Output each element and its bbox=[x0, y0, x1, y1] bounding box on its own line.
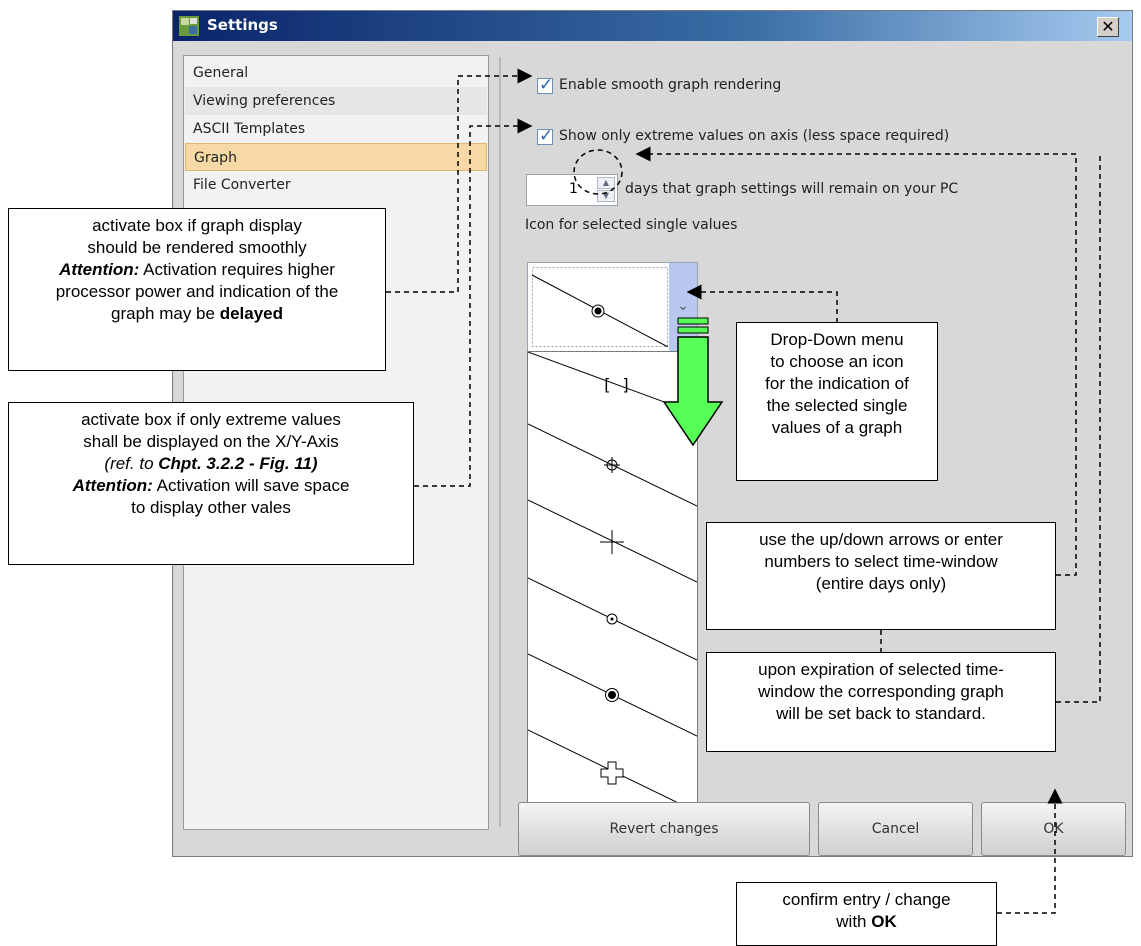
callout-text: graph may be bbox=[111, 304, 220, 323]
callout-text: Activation will save space bbox=[152, 476, 350, 495]
callout-text: use the up/down arrows or enter bbox=[759, 530, 1003, 549]
icon-option-filled-circle bbox=[528, 653, 697, 737]
filled-circle-icon bbox=[532, 267, 668, 347]
icon-option-dot-circle bbox=[528, 577, 697, 661]
callout-text: (entire days only) bbox=[815, 574, 947, 593]
callout-text: activate box if only extreme values bbox=[81, 410, 341, 429]
days-value[interactable]: 1 bbox=[569, 181, 578, 197]
callout-text: processor power and indication of the bbox=[55, 282, 339, 301]
callout-text: the selected single bbox=[766, 396, 908, 415]
icon-option-brackets: [ ] bbox=[528, 352, 697, 415]
icon-option-plus bbox=[528, 499, 697, 583]
spin-down-icon[interactable]: ▼ bbox=[597, 190, 615, 202]
callout-line: graph may be delayed bbox=[9, 303, 385, 325]
callout-emphasis: delayed bbox=[219, 304, 283, 323]
callout-text: to display other vales bbox=[131, 498, 291, 517]
callout-dropdown: Drop-Down menu to choose an icon for the… bbox=[736, 322, 938, 481]
sidebar-item-graph[interactable]: Graph bbox=[185, 143, 487, 171]
spin-up-icon[interactable]: ▲ bbox=[597, 177, 615, 189]
callout-text: should be rendered smoothly bbox=[87, 238, 307, 257]
sidebar-item-label: File Converter bbox=[193, 177, 291, 193]
icon-options-graphic: [ ] bbox=[528, 352, 697, 813]
sidebar-item-label: Graph bbox=[194, 150, 237, 166]
sidebar-item-viewing-preferences[interactable]: Viewing preferences bbox=[185, 87, 487, 115]
icon-list: [ ] bbox=[527, 351, 698, 815]
sidebar-item-label: ASCII Templates bbox=[193, 121, 306, 137]
callout-expiration: upon expiration of selected time- window… bbox=[706, 652, 1056, 752]
extreme-values-label: Show only extreme values on axis (less s… bbox=[559, 128, 950, 144]
smooth-rendering-checkbox[interactable]: ✓ bbox=[537, 75, 554, 95]
callout-text: shall be displayed on the X/Y-Axis bbox=[83, 432, 339, 451]
callout-text: confirm entry / change bbox=[782, 890, 951, 909]
callout-text: numbers to select time-window bbox=[764, 552, 998, 571]
callout-line: Attention: Activation requires higher bbox=[9, 259, 385, 281]
sidebar-item-file-converter[interactable]: File Converter bbox=[185, 171, 487, 199]
callout-emphasis: Attention: bbox=[59, 260, 140, 279]
svg-text:[ ]: [ ] bbox=[602, 375, 631, 394]
revert-changes-button[interactable]: Revert changes bbox=[518, 802, 810, 856]
callout-text: upon expiration of selected time- bbox=[758, 660, 1004, 679]
days-label: days that graph settings will remain on … bbox=[625, 181, 959, 197]
title-bar[interactable]: Settings ✕ bbox=[173, 11, 1132, 41]
sidebar-item-label: Viewing preferences bbox=[193, 93, 336, 109]
callout-emphasis: Attention: bbox=[72, 476, 153, 495]
icon-option-crosshair-circle bbox=[528, 423, 697, 507]
close-icon: ✕ bbox=[1101, 17, 1115, 36]
callout-text: activate box if graph display bbox=[92, 216, 302, 235]
callout-ok: confirm entry / change with OK bbox=[736, 882, 997, 946]
icon-select-label: Icon for selected single values bbox=[525, 217, 738, 233]
callout-line: Attention: Activation will save space bbox=[9, 475, 413, 497]
callout-emphasis: OK bbox=[871, 912, 897, 931]
checkmark-icon: ✓ bbox=[539, 126, 554, 146]
callout-spinner-arrows: use the up/down arrows or enter numbers … bbox=[706, 522, 1056, 630]
panel-divider bbox=[499, 57, 501, 827]
callout-text: with bbox=[836, 912, 872, 931]
callout-italic: (ref. to bbox=[104, 454, 159, 473]
app-icon bbox=[179, 16, 199, 36]
sidebar-item-general[interactable]: General bbox=[185, 59, 487, 87]
callout-text: values of a graph bbox=[771, 418, 903, 437]
cancel-button[interactable]: Cancel bbox=[818, 802, 973, 856]
sidebar-item-label: General bbox=[193, 65, 249, 81]
smooth-rendering-label: Enable smooth graph rendering bbox=[559, 77, 782, 93]
extreme-values-checkbox[interactable]: ✓ bbox=[537, 126, 554, 146]
callout-smooth-rendering: activate box if graph display should be … bbox=[8, 208, 386, 371]
days-spinner[interactable]: 1 ▲ ▼ bbox=[526, 174, 618, 206]
checkmark-icon: ✓ bbox=[539, 75, 554, 95]
window-title: Settings bbox=[207, 16, 278, 34]
callout-text: to choose an icon bbox=[770, 352, 904, 371]
callout-extreme-values: activate box if only extreme values shal… bbox=[8, 402, 414, 565]
icon-option-outline-plus bbox=[528, 729, 697, 813]
callout-text: window the corresponding graph bbox=[758, 682, 1004, 701]
callout-text: Activation requires higher bbox=[139, 260, 335, 279]
callout-text: Drop-Down menu bbox=[770, 330, 904, 349]
chevron-down-icon[interactable]: ⌄ bbox=[669, 263, 697, 351]
callout-emphasis: Chpt. 3.2.2 - Fig. 11) bbox=[158, 454, 318, 473]
callout-text: will be set back to standard. bbox=[776, 704, 986, 723]
callout-line: with OK bbox=[737, 911, 996, 933]
callout-text: for the indication of bbox=[765, 374, 909, 393]
sidebar-item-ascii-templates[interactable]: ASCII Templates bbox=[185, 115, 487, 143]
close-button[interactable]: ✕ bbox=[1097, 17, 1119, 37]
callout-line: (ref. to Chpt. 3.2.2 - Fig. 11) bbox=[9, 453, 413, 475]
ok-button[interactable]: OK bbox=[981, 802, 1126, 856]
